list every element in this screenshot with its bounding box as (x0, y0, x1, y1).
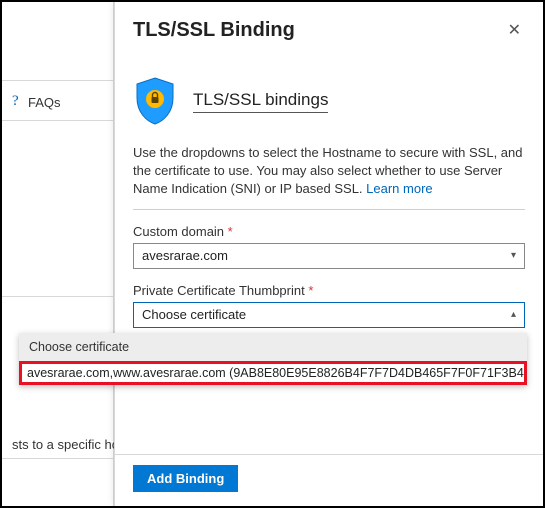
dropdown-placeholder-option[interactable]: Choose certificate (19, 333, 527, 361)
chevron-down-icon: ▾ (511, 250, 516, 261)
description-text: Use the dropdowns to select the Hostname… (133, 144, 525, 210)
certificate-dropdown-menu: Choose certificate avesrarae.com,www.ave… (19, 333, 527, 385)
sub-title: TLS/SSL bindings (193, 90, 328, 113)
chevron-up-icon: ▴ (511, 309, 516, 320)
tls-ssl-binding-panel: TLS/SSL Binding ✕ TLS/SSL bindings Use t… (114, 2, 543, 506)
thumbprint-value: Choose certificate (142, 307, 246, 322)
faqs-link[interactable]: FAQs (28, 95, 61, 110)
panel-footer: Add Binding (115, 454, 543, 506)
custom-domain-label: Custom domain * (133, 224, 525, 239)
question-icon: ? (12, 93, 19, 110)
custom-domain-value: avesrarae.com (142, 248, 228, 263)
thumbprint-dropdown[interactable]: Choose certificate ▴ (133, 302, 525, 328)
truncated-text: sts to a specific ho (12, 437, 119, 452)
close-icon[interactable]: ✕ (504, 16, 525, 44)
add-binding-button[interactable]: Add Binding (133, 465, 238, 492)
shield-lock-icon (133, 76, 177, 126)
left-sidebar-sliver: ? FAQs sts to a specific ho (2, 2, 114, 506)
custom-domain-dropdown[interactable]: avesrarae.com ▾ (133, 243, 525, 269)
panel-title: TLS/SSL Binding (133, 19, 295, 42)
certificate-option-1[interactable]: avesrarae.com,www.avesrarae.com (9AB8E80… (19, 361, 527, 385)
learn-more-link[interactable]: Learn more (366, 181, 432, 196)
thumbprint-label: Private Certificate Thumbprint * (133, 283, 525, 298)
